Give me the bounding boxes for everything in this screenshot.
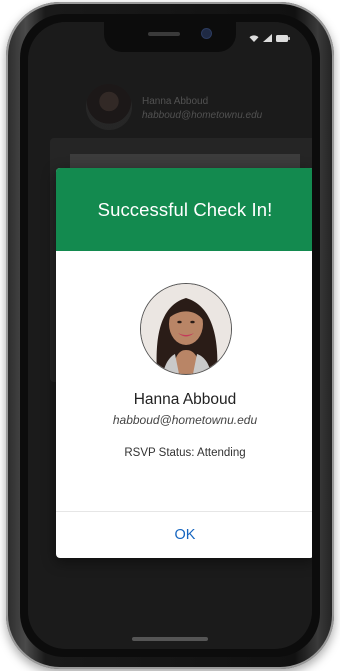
phone-bezel: Hanna Abboud habboud@hometownu.edu Succe…	[20, 14, 320, 657]
wifi-icon	[249, 35, 259, 42]
signal-icon	[263, 34, 272, 42]
home-indicator[interactable]	[132, 637, 208, 641]
attendee-email: habboud@hometownu.edu	[112, 413, 258, 427]
speaker	[148, 32, 180, 36]
ok-button[interactable]: OK	[151, 521, 220, 549]
dialog-footer: OK	[56, 511, 312, 558]
phone-screen: Hanna Abboud habboud@hometownu.edu Succe…	[28, 22, 312, 649]
notch	[104, 22, 236, 52]
dialog-body: Hanna Abboud habboud@hometownu.edu RSVP …	[56, 251, 312, 509]
portrait-image	[141, 284, 231, 374]
dialog-title: Successful Check In!	[97, 198, 273, 220]
camera-icon	[202, 29, 211, 38]
rsvp-status: RSVP Status: Attending	[124, 447, 246, 459]
check-in-dialog: Successful Check In! Hanna Abboud habbou…	[56, 168, 312, 558]
dialog-header: Successful Check In!	[56, 168, 312, 251]
battery-icon	[276, 34, 290, 42]
profile-photo	[140, 283, 232, 375]
attendee-name: Hanna Abboud	[133, 391, 237, 408]
phone-frame: Hanna Abboud habboud@hometownu.edu Succe…	[6, 2, 334, 669]
status-bar	[249, 32, 290, 44]
